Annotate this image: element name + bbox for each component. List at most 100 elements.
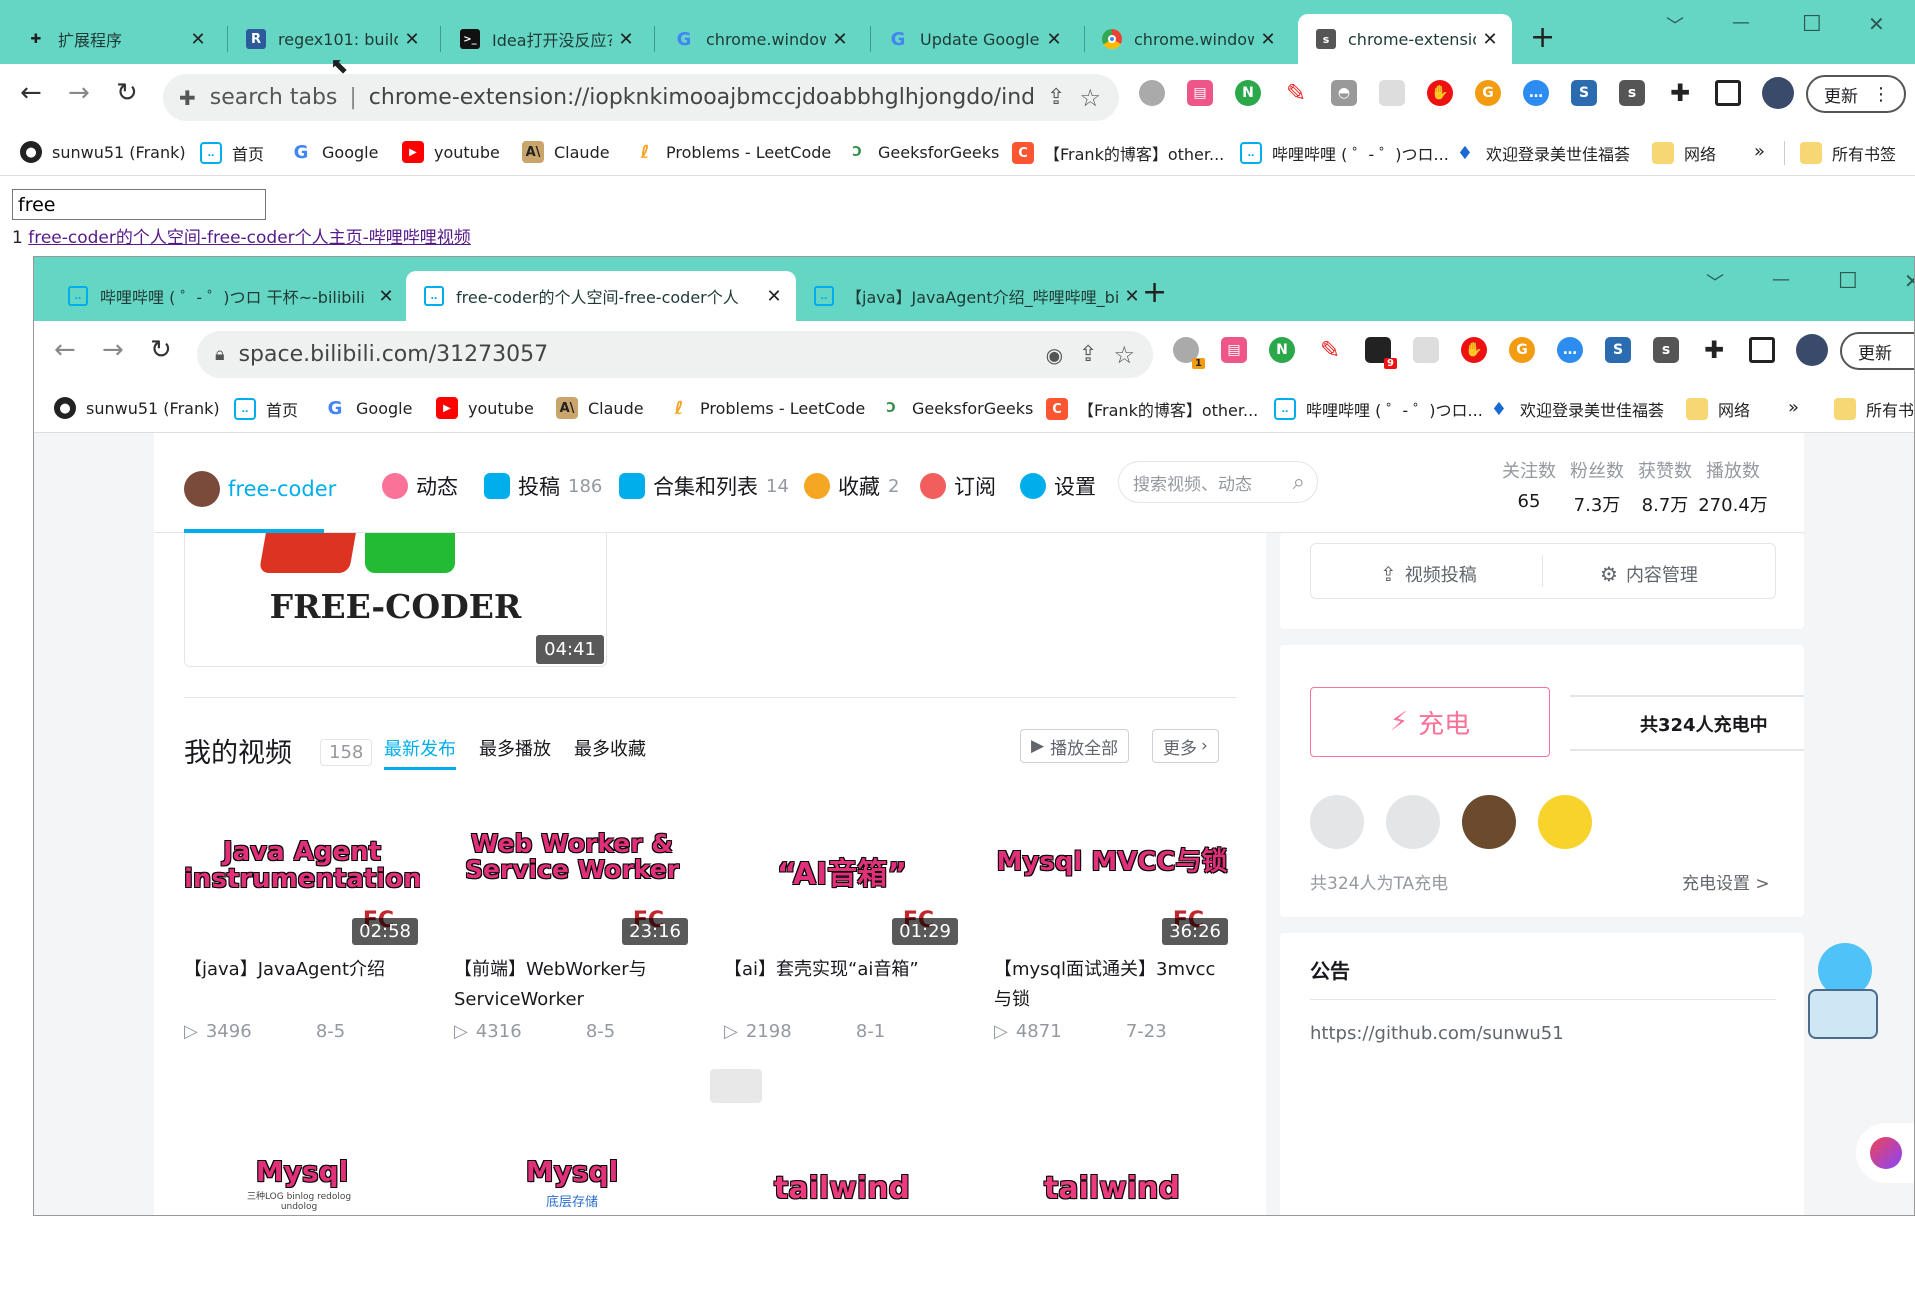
video-title[interactable]: 【ai】套壳实现“ai音箱”	[724, 955, 960, 1015]
side-panel-icon[interactable]	[1749, 337, 1775, 363]
tab-chrome-window-2[interactable]: chrome.window ✕	[1084, 14, 1290, 64]
bookmark-item[interactable]: ‥ 首页	[234, 397, 298, 421]
close-tab-icon[interactable]: ✕	[1482, 29, 1498, 50]
bookmark-item[interactable]: Ↄ GeeksforGeeks	[846, 141, 999, 163]
ext-pen-icon[interactable]: ✎	[1283, 79, 1309, 107]
charger-avatar[interactable]	[1310, 795, 1364, 849]
minimize-icon[interactable]: —	[1772, 269, 1790, 290]
bookmark-item[interactable]: G Google	[324, 397, 413, 419]
ext-s-icon[interactable]: s	[1619, 80, 1645, 106]
bookmark-folder[interactable]: 网络	[1686, 397, 1750, 421]
charge-settings-link[interactable]: 充电设置 >	[1682, 869, 1770, 894]
bookmark-item[interactable]: ♦ 欢迎登录美世佳福荟	[1454, 141, 1630, 165]
search-icon[interactable]: ⌕	[1293, 470, 1305, 495]
video-thumbnail[interactable]: Java Agent instrumentationFC02:58	[184, 809, 420, 949]
url-text[interactable]: space.bilibili.com/31273057	[239, 342, 1046, 367]
all-bookmarks-folder[interactable]: 所有书	[1834, 397, 1914, 421]
video-card[interactable]: tailwind	[724, 1113, 960, 1204]
close-tab-icon[interactable]: ✕	[618, 29, 634, 50]
close-tab-icon[interactable]: ✕	[190, 29, 206, 50]
video-title[interactable]: 【mysql面试通关】3mvcc与锁	[994, 955, 1230, 1015]
minimize-icon[interactable]: —	[1732, 12, 1750, 33]
tab-javaagent[interactable]: ‥ 【java】JavaAgent介绍_哔哩哔哩_bili ✕	[796, 271, 1154, 321]
profile-avatar[interactable]	[1796, 334, 1828, 366]
more-bookmarks-button[interactable]: »	[1788, 397, 1799, 418]
ext-image-icon[interactable]: ▤	[1221, 337, 1247, 363]
close-tab-icon[interactable]: ✕	[378, 286, 394, 307]
nav-settings[interactable]: 设置	[1020, 471, 1096, 501]
ext-circle-icon[interactable]	[1139, 80, 1165, 106]
close-tab-icon[interactable]: ✕	[1124, 286, 1140, 307]
ext-adblock-icon[interactable]: ✋	[1461, 337, 1487, 363]
bookmark-item[interactable]: ♦ 欢迎登录美世佳福荟	[1488, 397, 1664, 421]
ext-g-icon[interactable]: G	[1509, 337, 1535, 363]
tab-bilibili-home[interactable]: ‥ 哔哩哔哩 ( ゜- ゜)つロ 干杯~-bilibili ✕	[50, 271, 408, 321]
video-card[interactable]: “AI音箱”FC01:29 【ai】套壳实现“ai音箱” ▷21988-1	[724, 809, 960, 1042]
video-thumbnail[interactable]: Mysql MVCC与锁FC36:26	[994, 809, 1230, 949]
ext-g-icon[interactable]: G	[1475, 80, 1501, 106]
side-panel-icon[interactable]	[1715, 80, 1741, 106]
close-tab-icon[interactable]: ✕	[1046, 29, 1062, 50]
close-tab-icon[interactable]: ✕	[1260, 29, 1276, 50]
bookmark-item[interactable]: ‥ 哔哩哔哩 ( ゜- ゜)つロ...	[1274, 397, 1483, 421]
video-thumbnail[interactable]: Web Worker & Service WorkerFC23:16	[454, 809, 690, 949]
reload-icon[interactable]: ↻	[150, 335, 172, 365]
new-tab-icon[interactable]: +	[1530, 20, 1555, 55]
charge-button[interactable]: ⚡ 充电	[1310, 687, 1550, 757]
new-tab-icon[interactable]: +	[1142, 275, 1167, 310]
charger-avatar[interactable]	[1386, 795, 1440, 849]
ext-s-blue-icon[interactable]: S	[1571, 80, 1597, 106]
bookmark-item[interactable]: Ↄ GeeksforGeeks	[880, 397, 1033, 419]
space-search-input[interactable]: 搜索视频、动态 ⌕	[1118, 461, 1318, 503]
ext-image-icon[interactable]: ▤	[1187, 80, 1213, 106]
video-title[interactable]: 【java】JavaAgent介绍	[184, 955, 420, 1015]
tab-search-chevron-icon[interactable]: ﹀	[1706, 269, 1724, 295]
reload-icon[interactable]: ↻	[116, 78, 138, 108]
close-tab-icon[interactable]: ✕	[766, 286, 782, 307]
stat-following[interactable]: 关注数 65	[1494, 457, 1564, 512]
forward-icon[interactable]: →	[68, 78, 90, 108]
bookmark-item[interactable]: C 【Frank的博客】other...	[1012, 141, 1224, 165]
tab-idea[interactable]: >_ Idea打开没反应? ✕	[442, 14, 648, 64]
tab-chrome-window-1[interactable]: G chrome.window ✕	[656, 14, 862, 64]
close-window-icon[interactable]: ✕	[1904, 269, 1914, 293]
video-card[interactable]: Mysql MVCC与锁FC36:26 【mysql面试通关】3mvcc与锁 ▷…	[994, 809, 1230, 1042]
charger-avatar[interactable]	[1538, 795, 1592, 849]
maximize-icon[interactable]: ☐	[1838, 269, 1858, 294]
bookmark-item[interactable]: ▶ youtube	[402, 141, 500, 163]
ext-chat-icon[interactable]: …	[1523, 80, 1549, 106]
ext-mask-icon[interactable]: 9	[1365, 337, 1397, 369]
tab-update-google[interactable]: G Update Google ✕	[870, 14, 1076, 64]
back-icon[interactable]: ←	[20, 78, 42, 108]
bookmark-item[interactable]: ℓ Problems - LeetCode	[634, 141, 832, 163]
featured-video[interactable]: FREE-CODER 04:41	[184, 533, 607, 667]
bookmark-item[interactable]: ‥ 哔哩哔哩 ( ゜- ゜)つロ...	[1240, 141, 1449, 165]
bookmark-item[interactable]: G Google	[290, 141, 379, 163]
tab-extensions[interactable]: ✚ 扩展程序 ✕	[8, 14, 220, 64]
nav-dynamic[interactable]: 动态	[382, 471, 458, 501]
mascot-icon[interactable]	[1804, 943, 1894, 1053]
ext-chat-icon[interactable]: …	[1557, 337, 1583, 363]
update-button[interactable]: 更新 ⋮	[1806, 75, 1906, 113]
stat-fans[interactable]: 粉丝数 7.3万	[1562, 457, 1632, 517]
result-link[interactable]: free-coder的个人空间-free-coder个人主页-哔哩哔哩视频	[28, 228, 471, 248]
omnibox[interactable]: ✚ search tabs | chrome-extension://iopkn…	[163, 74, 1119, 121]
omnibox[interactable]: 🔒︎ space.bilibili.com/31273057 ◉ ⇪ ☆	[197, 331, 1153, 378]
content-manage-button[interactable]: ⚙ 内容管理	[1600, 561, 1698, 587]
close-tab-icon[interactable]: ✕	[832, 29, 848, 50]
ext-pen-icon[interactable]: ✎	[1317, 336, 1343, 364]
user-link[interactable]: free-coder	[184, 471, 336, 507]
bookmark-star-icon[interactable]: ☆	[1079, 84, 1101, 112]
ext-mask-icon[interactable]: ◓	[1331, 80, 1357, 106]
upload-video-button[interactable]: ⇪ 视频投稿	[1380, 561, 1477, 587]
sort-tab-latest[interactable]: 最新发布	[384, 735, 456, 770]
update-button[interactable]: 更新	[1840, 332, 1914, 370]
nav-subscribe[interactable]: 订阅	[920, 471, 996, 501]
ext-s-blue-icon[interactable]: S	[1605, 337, 1631, 363]
bookmark-item[interactable]: ‥ 首页	[200, 141, 264, 165]
menu-kebab-icon[interactable]: ⋮	[1872, 84, 1890, 105]
video-card[interactable]: Java Agent instrumentationFC02:58 【java】…	[184, 809, 420, 1042]
ext-s-icon[interactable]: s	[1653, 337, 1679, 363]
nav-collections[interactable]: 合集和列表 14	[619, 471, 789, 501]
ext-n-icon[interactable]: N	[1235, 80, 1261, 106]
